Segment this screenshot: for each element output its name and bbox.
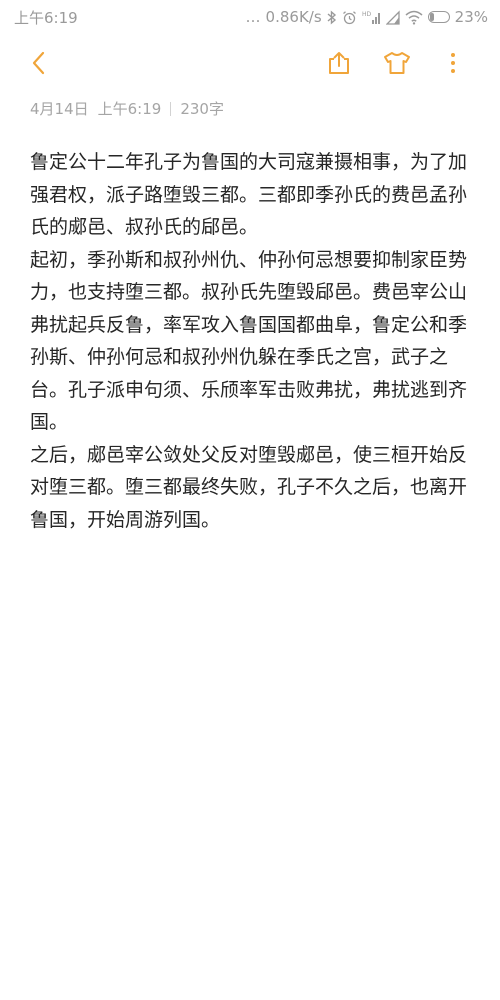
back-button[interactable] — [22, 48, 56, 82]
alarm-icon — [342, 10, 357, 25]
note-paragraph: 鲁定公十二年孔子为鲁国的大司寇兼摄相事，为了加强君权，派子路堕毁三都。三都即季孙… — [30, 151, 468, 238]
status-bar: 上午6:19 … 0.86K/s HD 23% — [0, 0, 500, 34]
bluetooth-icon — [327, 9, 337, 25]
share-button[interactable] — [322, 48, 356, 82]
status-time: 上午6:19 — [14, 8, 78, 27]
hd-signal-icon: HD — [362, 10, 381, 25]
wifi-icon — [405, 10, 423, 25]
more-icon — [449, 50, 457, 80]
more-dots: … — [245, 8, 261, 26]
status-indicators: … 0.86K/s HD 23% — [246, 8, 488, 26]
note-paragraph: 起初，季孙斯和叔孙州仇、仲孙何忌想要抑制家臣势力，也支持堕三都。叔孙氏先堕毁郈邑… — [30, 248, 468, 434]
meta-divider — [170, 101, 172, 116]
note-paragraph: 之后，郕邑宰公敛处父反对堕毁郕邑，使三桓开始反对堕三都。堕三都最终失败，孔子不久… — [30, 443, 468, 531]
theme-icon — [382, 50, 412, 80]
network-speed: 0.86K/s — [265, 8, 322, 26]
battery-percent: 23% — [454, 8, 488, 26]
share-icon — [326, 50, 352, 80]
note-toolbar — [0, 40, 500, 88]
back-icon — [29, 50, 49, 80]
theme-button[interactable] — [380, 48, 414, 82]
more-button[interactable] — [436, 48, 470, 82]
word-count: 230字 — [180, 100, 224, 118]
note-time: 上午6:19 — [97, 100, 162, 118]
note-meta: 4月14日 上午6:19 230字 — [30, 98, 224, 119]
battery-icon — [427, 11, 450, 23]
note-date: 4月14日 — [30, 100, 89, 118]
note-body[interactable]: 鲁定公十二年孔子为鲁国的大司寇兼摄相事，为了加强君权，派子路堕毁三都。三都即季孙… — [30, 146, 482, 536]
svg-text:HD: HD — [362, 11, 372, 18]
signal-icon — [385, 9, 400, 25]
